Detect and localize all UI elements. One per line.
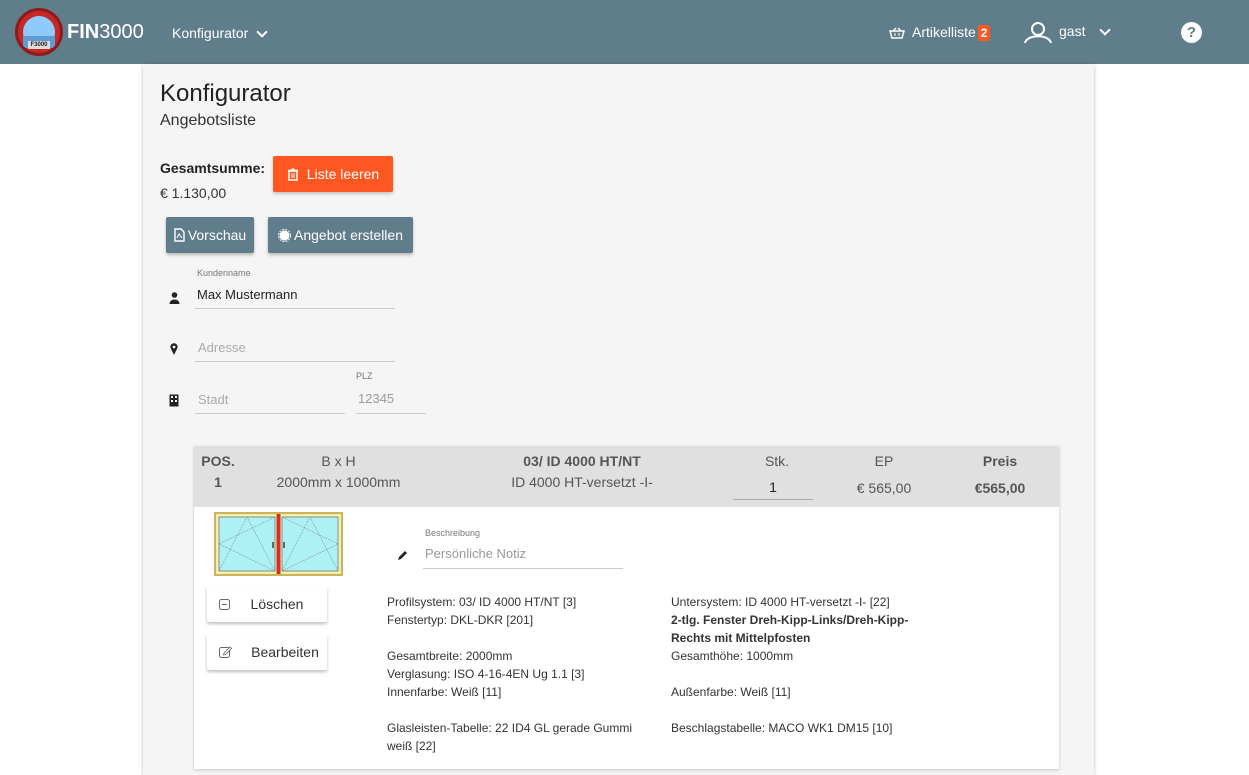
zip-input[interactable]: 12345: [356, 389, 426, 414]
delete-position-button[interactable]: Löschen: [207, 586, 327, 622]
note-input[interactable]: Persönliche Notiz: [423, 544, 623, 569]
row-price: €565,00: [974, 480, 1026, 496]
artikelliste-link[interactable]: Artikelliste 2: [889, 23, 991, 41]
spec-subsystem: Untersystem: ID 4000 HT-versetzt -I- [22…: [671, 595, 890, 609]
page-subtitle: Angebotsliste: [160, 112, 257, 129]
user-icon: [1024, 22, 1052, 44]
trash-icon: [287, 168, 298, 181]
total-sum-label: Gesamtsumme:: [160, 160, 266, 176]
clear-list-button[interactable]: Liste leeren: [273, 156, 393, 192]
city-input[interactable]: Stadt: [195, 390, 345, 414]
preview-button[interactable]: Vorschau: [166, 217, 254, 253]
note-label: Beschreibung: [425, 528, 481, 538]
col-size-header: B x H: [321, 453, 356, 469]
basket-icon: [889, 27, 905, 40]
customer-name-label: Kundenname: [197, 268, 251, 278]
logo-badge: F3000: [28, 41, 50, 49]
spec-glass-bead: Glasleisten-Tabelle: 22 ID4 GL gerade Gu…: [387, 721, 633, 735]
top-navbar: F3000 FIN3000 Konfigurator Artikelliste 2…: [0, 0, 1249, 64]
chevron-down-icon: [1099, 24, 1112, 36]
spec-description: 2-tlg. Fenster Dreh-Kipp-Links/Dreh-Kipp…: [671, 613, 909, 627]
main-card: Konfigurator Angebotsliste Gesamtsumme: …: [143, 64, 1094, 775]
preview-label: Vorschau: [187, 227, 247, 243]
window-preview-image[interactable]: [214, 512, 343, 576]
pencil-icon: [398, 551, 407, 560]
spec-glass-bead-cont: weiß [22]: [387, 739, 436, 753]
spec-hardware: Beschlagstabelle: MACO WK1 DM15 [10]: [671, 721, 893, 735]
brand-bold: FIN: [67, 21, 100, 43]
row-pos: 1: [214, 474, 222, 490]
edit-position-button[interactable]: Bearbeiten: [207, 634, 327, 670]
position-card: POS. B x H 03/ ID 4000 HT/NT Stk. EP Pre…: [194, 446, 1059, 769]
quantity-input[interactable]: 1: [733, 476, 813, 500]
window-drawing: [218, 514, 339, 574]
certificate-icon: [278, 228, 292, 242]
row-system: ID 4000 HT-versetzt -I-: [511, 474, 653, 490]
delete-label: Löschen: [250, 596, 304, 612]
user-menu[interactable]: gast: [1023, 18, 1112, 44]
total-sum-value: € 1.130,00: [160, 185, 227, 201]
spec-glazing: Verglasung: ISO 4-16-4EN Ug 1.1 [3]: [387, 667, 585, 681]
artikelliste-label: Artikelliste: [912, 24, 976, 40]
clear-list-label: Liste leeren: [306, 166, 380, 182]
user-name: gast: [1059, 23, 1086, 39]
row-size: 2000mm x 1000mm: [276, 474, 401, 490]
spec-type: Fenstertyp: DKL-DKR [201]: [387, 613, 534, 627]
help-icon[interactable]: ?: [1181, 22, 1202, 43]
spec-profile: Profilsystem: 03/ ID 4000 HT/NT [3]: [387, 595, 577, 609]
spec-outer-color: Außenfarbe: Weiß [11]: [671, 685, 791, 699]
pdf-file-icon: [174, 228, 185, 242]
spec-width: Gesamtbreite: 2000mm: [387, 649, 513, 663]
building-icon: [169, 394, 179, 407]
cart-count-badge: 2: [977, 25, 991, 41]
col-qty-header: Stk.: [764, 453, 790, 469]
customer-name-input[interactable]: Max Mustermann: [195, 285, 395, 309]
chevron-down-icon: [256, 26, 268, 38]
spec-description-cont: Rechts mit Mittelpfosten: [671, 631, 811, 645]
konfigurator-menu-label: Konfigurator: [172, 25, 249, 41]
col-unit-price-header: EP: [874, 453, 894, 469]
app-logo[interactable]: F3000: [15, 8, 63, 56]
create-offer-button[interactable]: Angebot erstellen: [268, 217, 413, 253]
brand-rest: 3000: [99, 21, 144, 43]
spec-height: Gesamthöhe: 1000mm: [671, 649, 794, 663]
col-system-header: 03/ ID 4000 HT/NT: [523, 453, 641, 469]
spec-inner-color: Innenfarbe: Weiß [11]: [387, 685, 502, 699]
brand-name[interactable]: FIN3000: [67, 20, 144, 44]
page-title: Konfigurator: [160, 80, 291, 107]
create-offer-label: Angebot erstellen: [294, 227, 403, 243]
zip-label: PLZ: [356, 371, 373, 381]
konfigurator-menu[interactable]: Konfigurator: [172, 24, 268, 42]
address-input[interactable]: Adresse: [195, 338, 395, 362]
col-pos-header: POS.: [201, 453, 235, 469]
person-icon: [169, 292, 180, 304]
col-price-header: Preis: [982, 453, 1018, 469]
row-unit-price: € 565,00: [856, 480, 912, 496]
map-marker-icon: [170, 343, 178, 355]
edit-label: Bearbeiten: [251, 644, 319, 660]
position-header-row: POS. B x H 03/ ID 4000 HT/NT Stk. EP Pre…: [194, 446, 1059, 507]
